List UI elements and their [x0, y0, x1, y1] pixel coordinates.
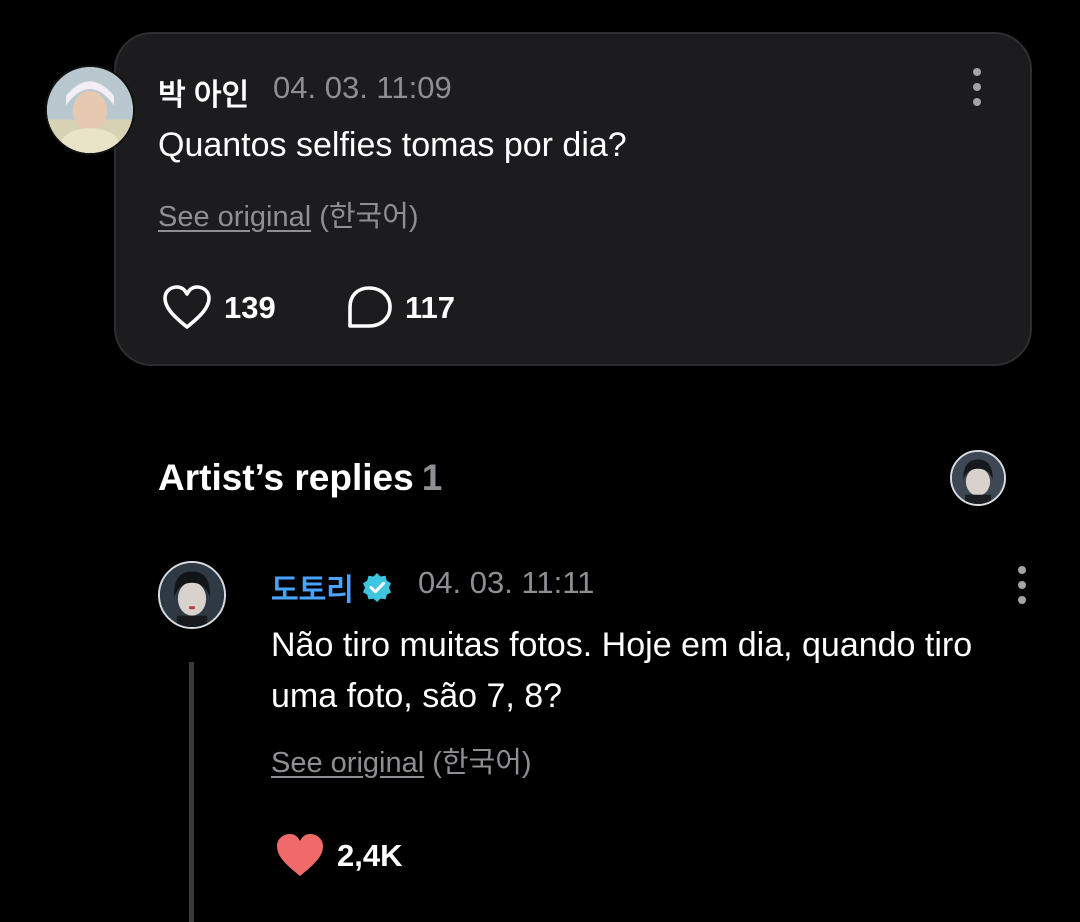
post-more-options-icon[interactable]: [972, 68, 982, 106]
artist-replies-count: 1: [421, 457, 443, 498]
post-translation-row: See original (한국어): [158, 193, 419, 235]
post-author-avatar[interactable]: [45, 65, 135, 155]
post-original-language: (한국어): [319, 201, 419, 233]
reply-author-row[interactable]: 도토리: [271, 565, 392, 609]
post-like-count: 139: [224, 290, 276, 325]
avatar-photo: [47, 67, 133, 153]
reply-original-language: (한국어): [432, 747, 532, 779]
reply-see-original-link[interactable]: See original: [271, 747, 424, 779]
verified-badge-icon: [362, 573, 391, 602]
post-author-name[interactable]: 박 아인: [158, 70, 249, 114]
post-comment-button[interactable]: 117: [345, 285, 455, 331]
heart-filled-icon: [277, 834, 323, 876]
artist-avatar-photo: [952, 452, 1004, 504]
reply-author-avatar[interactable]: [158, 561, 226, 629]
reply-author-name[interactable]: 도토리: [271, 565, 354, 609]
artist-header-avatar[interactable]: [950, 450, 1006, 506]
reply-timestamp: 04. 03. 11:11: [418, 565, 595, 600]
artist-avatar-photo: [160, 563, 224, 627]
post-like-button[interactable]: 139: [162, 285, 276, 331]
heart-outline-icon: [163, 285, 211, 329]
reply-like-count: 2,4K: [337, 838, 403, 873]
reply-more-options-icon[interactable]: [1017, 566, 1027, 604]
speech-bubble-icon: [348, 286, 392, 328]
reply-text: Não tiro muitas fotos. Hoje em dia, quan…: [271, 626, 973, 715]
post-see-original-link[interactable]: See original: [158, 201, 311, 233]
artist-replies-label: Artist’s replies: [158, 457, 414, 498]
post-timestamp: 04. 03. 11:09: [273, 70, 452, 105]
reply-translation-row: See original (한국어): [271, 739, 532, 781]
post-text: Quantos selfies tomas por dia?: [158, 126, 627, 164]
post-comment-count: 117: [405, 290, 456, 325]
reply-thread-line: [189, 662, 194, 922]
artist-replies-header: Artist’s replies 1: [158, 457, 442, 499]
reply-like-button[interactable]: 2,4K: [275, 833, 402, 879]
